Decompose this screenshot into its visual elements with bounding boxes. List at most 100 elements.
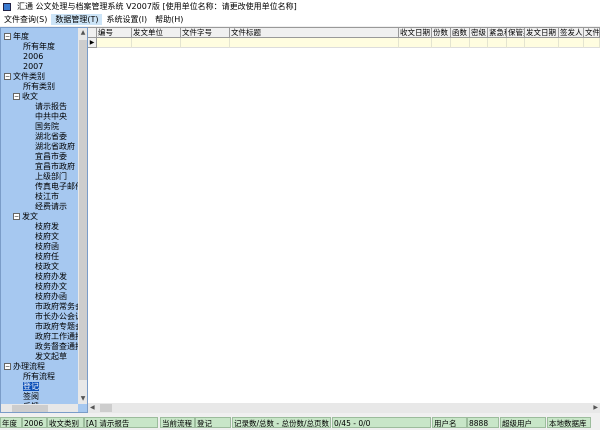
tree-node[interactable]: 政府工作通报	[35, 332, 78, 342]
tree-node[interactable]: 枝府函	[35, 242, 59, 252]
grid-cell[interactable]	[230, 38, 399, 48]
grid-horizontal-scrollbar[interactable]: ◀ ▶	[88, 403, 600, 413]
scroll-up-icon[interactable]: ▲	[78, 28, 87, 38]
collapse-icon[interactable]: −	[4, 363, 11, 370]
collapse-icon[interactable]: −	[4, 33, 11, 40]
column-header[interactable]: 文件字号	[181, 28, 230, 38]
tree-node-label: 市长办公会议	[35, 312, 78, 321]
tree-node[interactable]: 请示报告	[35, 102, 67, 112]
grid-cell[interactable]	[181, 38, 230, 48]
grid-cell[interactable]	[132, 38, 181, 48]
tree-node[interactable]: 枝府办发	[35, 272, 67, 282]
tree-horizontal-scrollbar[interactable]	[1, 404, 78, 412]
column-header[interactable]: 密级	[470, 28, 488, 38]
tree-node[interactable]: 2007	[23, 62, 43, 72]
collapse-icon[interactable]: −	[13, 93, 20, 100]
status-segment: 0/45 - 0/0	[332, 417, 431, 428]
tree-node[interactable]: 市政府常务会	[35, 302, 78, 312]
tree-node[interactable]: 枝府办文	[35, 282, 67, 292]
tree-node[interactable]: − 发文	[13, 212, 38, 222]
tree-node-label: 登记	[23, 382, 39, 391]
tree-node[interactable]: 湖北省委	[35, 132, 67, 142]
tree-node[interactable]: 湖北省政府	[35, 142, 75, 152]
status-segment: 当前流程	[160, 417, 195, 428]
tree-node[interactable]: 宜昌市委	[35, 152, 67, 162]
app-icon	[3, 2, 11, 11]
column-header[interactable]: 发文单位	[132, 28, 181, 38]
grid-cell[interactable]	[97, 38, 132, 48]
grid-cell[interactable]	[507, 38, 525, 48]
tree-node[interactable]: 所有流程	[23, 372, 55, 382]
scroll-thumb[interactable]	[100, 404, 112, 412]
tree-node[interactable]: − 办理流程	[4, 362, 45, 372]
collapse-icon[interactable]: −	[13, 213, 20, 220]
tree-node[interactable]: 枝府任	[35, 252, 59, 262]
category-tree-panel: − 年度 所有年度 2006 2007− 文件类别 所有类别 − 收文 请示报告 中共中央 国务院 湖北…	[0, 27, 88, 413]
status-segment: 超级用户	[500, 417, 546, 428]
tree-node[interactable]: 枝府文	[35, 232, 59, 242]
column-header[interactable]: 份数	[432, 28, 451, 38]
grid-cell[interactable]	[488, 38, 507, 48]
grid-cell[interactable]	[399, 38, 432, 48]
tree-node[interactable]: 所有类别	[23, 82, 55, 92]
grid-cell[interactable]	[470, 38, 488, 48]
tree-node[interactable]: 登记	[23, 382, 39, 392]
tree-node-label: 市政府专题会	[35, 322, 78, 331]
document-grid[interactable]: ▶ 编号发文单位文件字号文件标题收文日期份数函数密级紧急程度保管期限发文日期签发…	[88, 27, 600, 403]
status-segment: 登记	[195, 417, 231, 428]
tree-node[interactable]: 上级部门	[35, 172, 67, 182]
scroll-thumb[interactable]	[79, 40, 87, 380]
column-header[interactable]: 收文日期	[399, 28, 432, 38]
tree-node[interactable]: 2006	[23, 52, 43, 62]
tree-node[interactable]: − 收文	[13, 92, 38, 102]
grid-cell[interactable]	[432, 38, 451, 48]
tree-node-label: 所有类别	[23, 82, 55, 91]
tree-node[interactable]: 签阅	[23, 392, 39, 402]
tree-node[interactable]: 中共中央	[35, 112, 67, 122]
grid-cell[interactable]	[525, 38, 559, 48]
tree-node[interactable]: 枝府发	[35, 222, 59, 232]
scroll-down-icon[interactable]: ▼	[78, 394, 87, 404]
tree-vertical-scrollbar[interactable]: ▲ ▼	[78, 28, 87, 404]
grid-cell[interactable]	[584, 38, 600, 48]
tree-node[interactable]: 传真电子邮件	[35, 182, 78, 192]
tree-node[interactable]: 市政府专题会	[35, 322, 78, 332]
tree-node[interactable]: 发文起草	[35, 352, 67, 362]
scroll-left-icon[interactable]: ◀	[90, 404, 95, 411]
tree-node[interactable]: 枝江市	[35, 192, 59, 202]
tree-node-label: 市政府常务会	[35, 302, 78, 311]
column-header[interactable]: 发文日期	[525, 28, 559, 38]
tree-node-label: 上级部门	[35, 172, 67, 181]
menu-file-query[interactable]: 文件查询(S)	[0, 14, 51, 25]
column-header[interactable]: 函数	[451, 28, 470, 38]
current-row-indicator-icon: ▶	[88, 38, 97, 48]
column-header[interactable]: 签发人	[559, 28, 584, 38]
menu-data-management[interactable]: 数据管理(T)	[51, 14, 103, 25]
tree-node-label: 枝府文	[35, 232, 59, 241]
tree-node[interactable]: 经费请示	[35, 202, 67, 212]
tree-node[interactable]: 市长办公会议	[35, 312, 78, 322]
tree-node-label: 政务督查通报	[35, 342, 78, 351]
tree-node[interactable]: 政务督查通报	[35, 342, 78, 352]
column-header[interactable]: 紧急程度	[488, 28, 507, 38]
column-header[interactable]: 编号	[97, 28, 132, 38]
menu-help[interactable]: 帮助(H)	[151, 14, 187, 25]
tree-node[interactable]: 国务院	[35, 122, 59, 132]
scroll-thumb[interactable]	[12, 405, 48, 412]
grid-cell[interactable]	[559, 38, 584, 48]
tree-node[interactable]: 枝政文	[35, 262, 59, 272]
collapse-icon[interactable]: −	[4, 73, 11, 80]
tree-node[interactable]: − 文件类别	[4, 72, 45, 82]
tree-node[interactable]: 枝府办函	[35, 292, 67, 302]
column-header[interactable]: 文件标题	[230, 28, 399, 38]
tree-node[interactable]: − 年度	[4, 32, 29, 42]
scroll-right-icon[interactable]: ▶	[593, 404, 598, 411]
menu-system-settings[interactable]: 系统设置(I)	[102, 14, 151, 25]
column-header[interactable]: 文件	[584, 28, 600, 38]
grid-cell[interactable]	[451, 38, 470, 48]
tree-node[interactable]: 所有年度	[23, 42, 55, 52]
tree-node[interactable]: 宜昌市政府	[35, 162, 75, 172]
status-segment: [A] 请示报告	[84, 417, 158, 428]
column-header[interactable]: 保管期限	[507, 28, 525, 38]
tree-node-label: 湖北省政府	[35, 142, 75, 151]
